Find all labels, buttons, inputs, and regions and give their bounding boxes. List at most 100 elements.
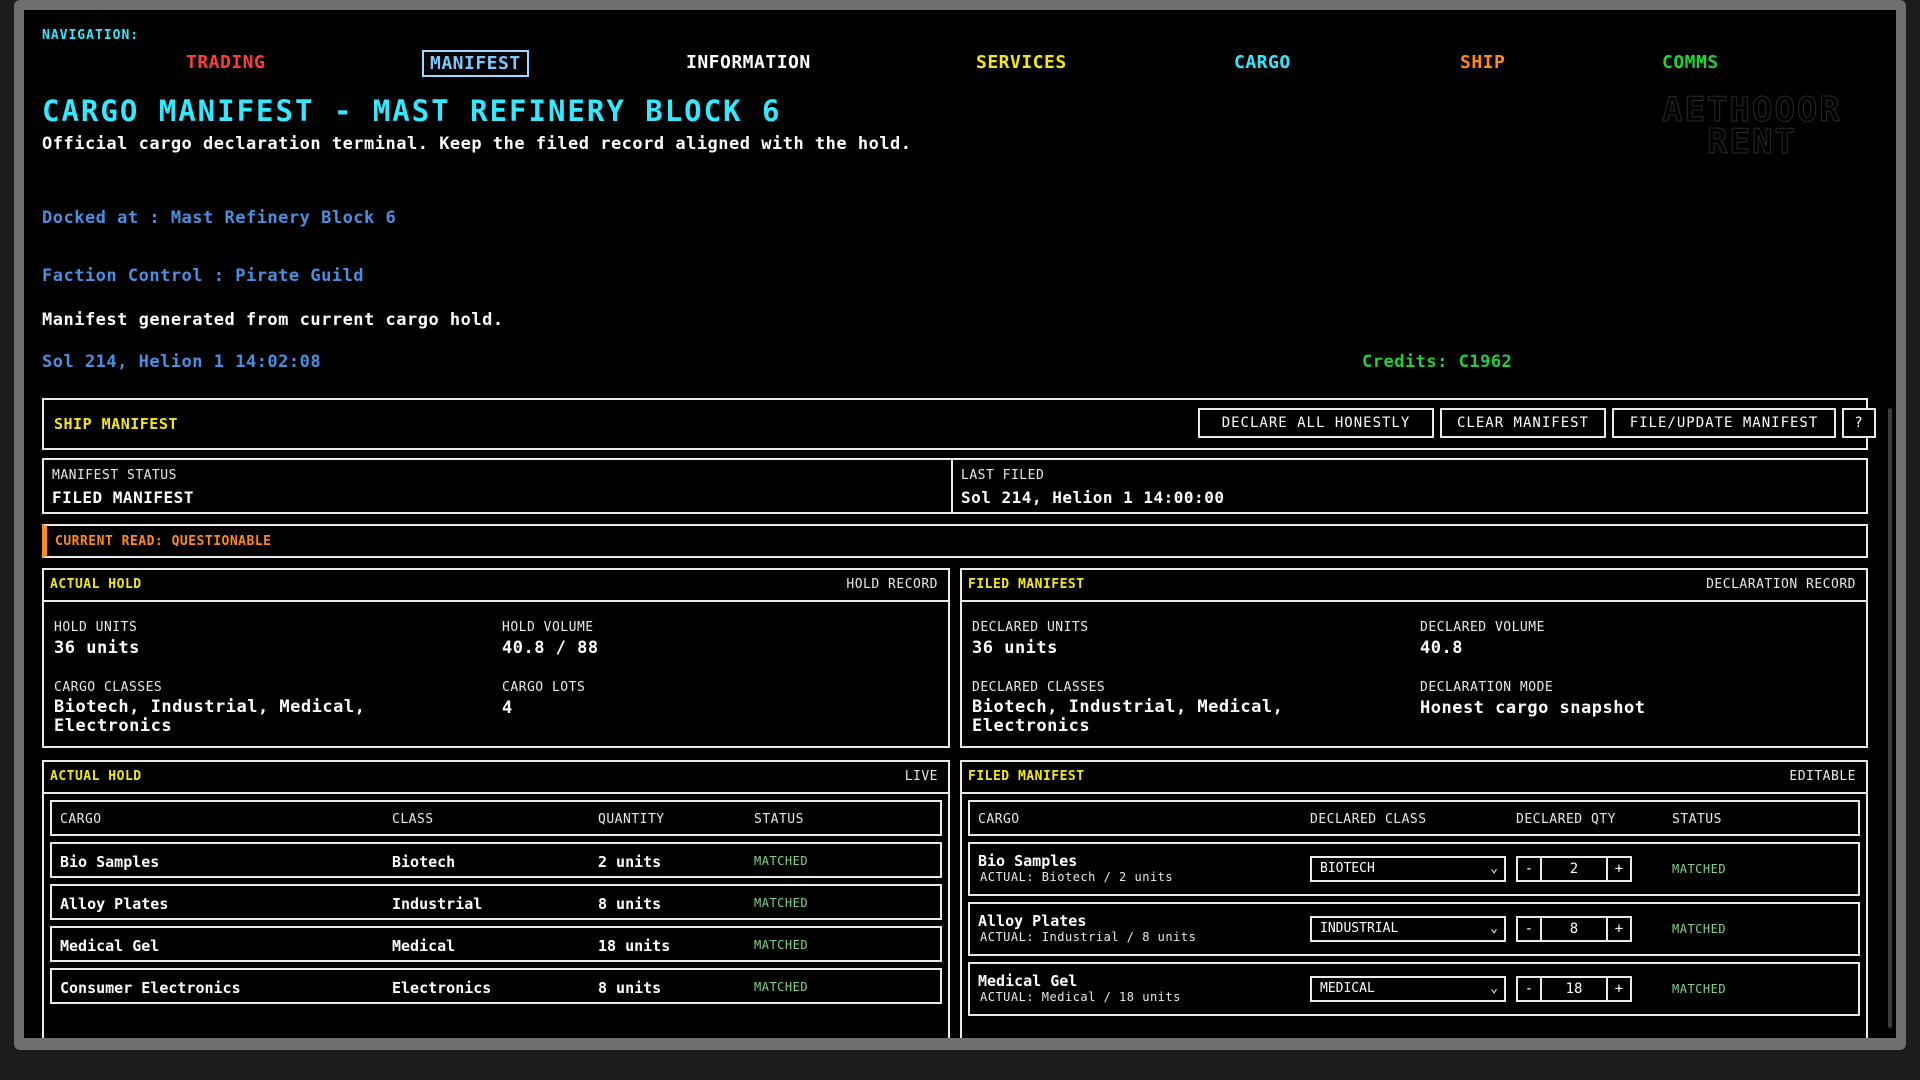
- nav-item-information[interactable]: INFORMATION: [686, 52, 811, 73]
- nav-item-ship[interactable]: SHIP: [1460, 52, 1505, 73]
- actual-reference: ACTUAL: Biotech / 2 units: [980, 870, 1174, 884]
- ship-manifest-toolbar: SHIP MANIFEST DECLARE ALL HONESTLY CLEAR…: [42, 398, 1876, 450]
- table-row: Bio Samples ACTUAL: Biotech / 2 units BI…: [968, 842, 1860, 896]
- declare-all-honestly-button[interactable]: DECLARE ALL HONESTLY: [1198, 408, 1434, 438]
- page-subtitle: Official cargo declaration terminal. Kee…: [42, 134, 912, 154]
- hold-volume-value: 40.8 / 88: [502, 638, 599, 658]
- brand-logo: AETHOOOR RENT: [1632, 93, 1872, 162]
- nav-item-cargo[interactable]: CARGO: [1234, 52, 1291, 73]
- declared-units-value: 36 units: [972, 638, 1058, 658]
- manifest-status-panel: MANIFEST STATUS FILED MANIFEST: [42, 458, 953, 514]
- status-badge: MATCHED: [754, 938, 809, 952]
- declared-class-select[interactable]: MEDICAL ⌄: [1310, 976, 1506, 1002]
- last-filed-label: LAST FILED: [961, 468, 1045, 483]
- cargo-classes-value: Biotech, Industrial, Medical, Electronic…: [54, 697, 366, 736]
- ship-manifest-title: SHIP MANIFEST: [54, 415, 178, 433]
- cargo-name: Medical Gel: [978, 972, 1078, 990]
- manifest-status-value: FILED MANIFEST: [52, 488, 194, 507]
- status-badge: MATCHED: [1672, 982, 1727, 996]
- actual-reference: ACTUAL: Medical / 18 units: [980, 990, 1181, 1004]
- quantity-value[interactable]: 2: [1542, 858, 1606, 880]
- cargo-quantity: 8 units: [598, 895, 662, 913]
- table-row: Medical Gel ACTUAL: Medical / 18 units M…: [968, 962, 1860, 1016]
- filed-manifest-table: FILED MANIFEST EDITABLE CARGO DECLARED C…: [960, 760, 1868, 1038]
- cargo-class: Biotech: [392, 853, 456, 871]
- status-badge: MATCHED: [754, 896, 809, 910]
- cargo-name: Medical Gel: [60, 937, 160, 955]
- nav-item-services[interactable]: SERVICES: [976, 52, 1067, 73]
- quantity-value[interactable]: 8: [1542, 918, 1606, 940]
- declared-units-label: DECLARED UNITS: [972, 620, 1089, 635]
- declared-classes-label: DECLARED CLASSES: [972, 680, 1106, 695]
- status-badge: MATCHED: [1672, 922, 1727, 936]
- actual-hold-table-title: ACTUAL HOLD: [50, 769, 142, 784]
- declared-class-select[interactable]: BIOTECH ⌄: [1310, 856, 1506, 882]
- quantity-stepper: - 8 +: [1516, 916, 1632, 942]
- quantity-stepper: - 2 +: [1516, 856, 1632, 882]
- cargo-lots-value: 4: [502, 698, 513, 718]
- cargo-classes-label: CARGO CLASSES: [54, 680, 163, 695]
- increment-button[interactable]: +: [1606, 918, 1630, 940]
- status-badge: MATCHED: [1672, 862, 1727, 876]
- quantity-value[interactable]: 18: [1542, 978, 1606, 1000]
- page-title: CARGO MANIFEST - MAST REFINERY BLOCK 6: [42, 94, 782, 128]
- filed-manifest-summary-tag: DECLARATION RECORD: [1706, 577, 1856, 592]
- last-filed-panel: LAST FILED Sol 214, Helion 1 14:00:00: [951, 458, 1868, 514]
- table-row: Consumer Electronics Electronics 8 units…: [50, 968, 942, 1004]
- nav-item-comms[interactable]: COMMS: [1662, 52, 1719, 73]
- declared-classes-value: Biotech, Industrial, Medical, Electronic…: [972, 697, 1284, 736]
- col-declared-class: DECLARED CLASS: [1310, 812, 1427, 827]
- filed-manifest-table-header: FILED MANIFEST EDITABLE: [962, 762, 1866, 794]
- cargo-quantity: 18 units: [598, 937, 671, 955]
- cargo-class: Electronics: [392, 979, 492, 997]
- credits-display: Credits: C1962: [1362, 352, 1513, 372]
- cargo-class: Medical: [392, 937, 456, 955]
- increment-button[interactable]: +: [1606, 858, 1630, 880]
- actual-hold-table-tag: LIVE: [904, 769, 938, 784]
- brand-logo-line2: RENT: [1707, 122, 1797, 162]
- actual-reference: ACTUAL: Industrial / 8 units: [980, 930, 1197, 944]
- clear-manifest-button[interactable]: CLEAR MANIFEST: [1440, 408, 1606, 438]
- cargo-name: Bio Samples: [978, 852, 1078, 870]
- filed-table-column-headers: CARGO DECLARED CLASS DECLARED QTY STATUS: [968, 800, 1860, 836]
- filed-manifest-table-tag: EDITABLE: [1789, 769, 1856, 784]
- cargo-quantity: 2 units: [598, 853, 662, 871]
- col-declared-qty: DECLARED QTY: [1516, 812, 1616, 827]
- table-row: Alloy Plates Industrial 8 units MATCHED: [50, 884, 942, 920]
- nav-item-manifest[interactable]: MANIFEST: [422, 50, 529, 77]
- terminal-screen: NAVIGATION: TRADING MANIFEST INFORMATION…: [24, 10, 1896, 1038]
- filed-manifest-summary: FILED MANIFEST DECLARATION RECORD DECLAR…: [960, 568, 1868, 748]
- col-cargo: CARGO: [60, 812, 102, 827]
- decrement-button[interactable]: -: [1518, 858, 1542, 880]
- declared-class-select[interactable]: INDUSTRIAL ⌄: [1310, 916, 1506, 942]
- col-status: STATUS: [754, 812, 804, 827]
- table-row: Alloy Plates ACTUAL: Industrial / 8 unit…: [968, 902, 1860, 956]
- chevron-down-icon: ⌄: [1490, 921, 1498, 936]
- col-quantity: QUANTITY: [598, 812, 665, 827]
- nav-item-trading[interactable]: TRADING: [186, 52, 265, 73]
- cargo-name: Alloy Plates: [978, 912, 1087, 930]
- file-update-manifest-button[interactable]: FILE/UPDATE MANIFEST: [1612, 408, 1836, 438]
- quantity-stepper: - 18 +: [1516, 976, 1632, 1002]
- nav-label: NAVIGATION:: [42, 28, 140, 43]
- chevron-down-icon: ⌄: [1490, 861, 1498, 876]
- cargo-name: Bio Samples: [60, 853, 160, 871]
- declared-volume-label: DECLARED VOLUME: [1420, 620, 1545, 635]
- actual-hold-table-header: ACTUAL HOLD LIVE: [44, 762, 948, 794]
- table-row: Bio Samples Biotech 2 units MATCHED: [50, 842, 942, 878]
- cargo-quantity: 8 units: [598, 979, 662, 997]
- chevron-down-icon: ⌄: [1490, 981, 1498, 996]
- decrement-button[interactable]: -: [1518, 918, 1542, 940]
- declaration-mode-label: DECLARATION MODE: [1420, 680, 1554, 695]
- faction-control: Faction Control : Pirate Guild: [42, 266, 365, 286]
- status-badge: MATCHED: [754, 980, 809, 994]
- decrement-button[interactable]: -: [1518, 978, 1542, 1000]
- filed-manifest-summary-header: FILED MANIFEST DECLARATION RECORD: [962, 570, 1866, 602]
- current-datetime: Sol 214, Helion 1 14:02:08: [42, 352, 322, 372]
- col-status: STATUS: [1672, 812, 1722, 827]
- hold-volume-label: HOLD VOLUME: [502, 620, 594, 635]
- increment-button[interactable]: +: [1606, 978, 1630, 1000]
- help-button[interactable]: ?: [1842, 408, 1876, 438]
- page-scrollbar[interactable]: [1888, 408, 1892, 1028]
- current-read-banner: CURRENT READ: QUESTIONABLE: [42, 524, 1868, 558]
